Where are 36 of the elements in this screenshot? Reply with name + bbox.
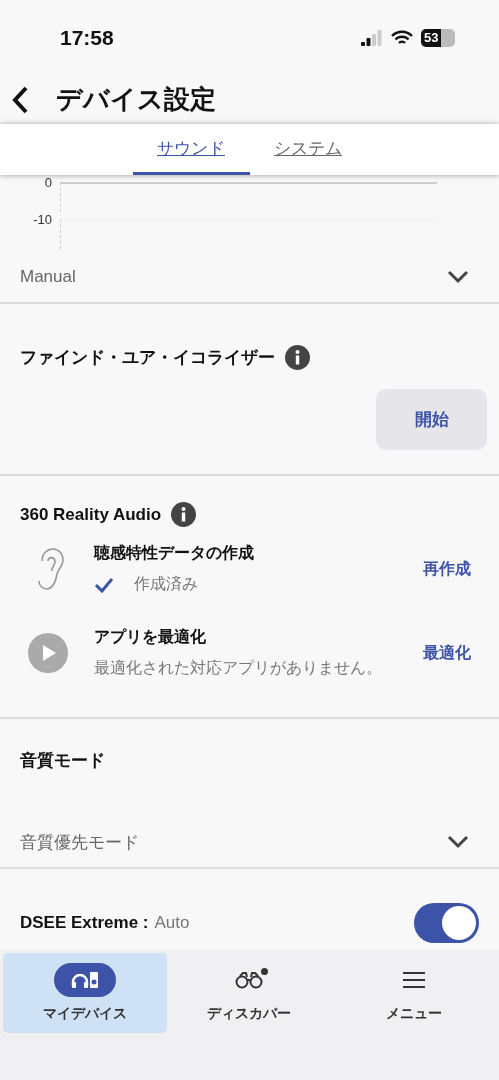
chevron-down-icon (447, 835, 469, 849)
action-link[interactable]: 再作成 (423, 558, 471, 580)
info-icon[interactable] (285, 345, 310, 370)
binoculars-icon (235, 971, 264, 989)
setting-label: DSEE Extreme : (20, 913, 149, 932)
chevron-down-icon (447, 270, 469, 284)
headphones-speaker-icon (71, 970, 100, 990)
action-link[interactable]: 最適化 (423, 642, 471, 664)
section-title: 音質モード (20, 750, 105, 772)
back-icon[interactable] (10, 84, 30, 115)
signal-icon (361, 29, 383, 46)
section-title: ファインド・ユア・イコライザー (20, 347, 275, 369)
start-button[interactable]: 開始 (376, 389, 487, 450)
nav-tab[interactable]: ディスカバー (167, 953, 332, 1033)
toggle-switch[interactable] (414, 903, 479, 943)
page-title: デバイス設定 (56, 83, 216, 116)
item-title: アプリを最適化 (94, 627, 207, 647)
mode-dropdown[interactable]: 音質優先モード (20, 817, 479, 867)
play-icon (28, 633, 68, 673)
nav-tab[interactable]: メニュー (331, 953, 496, 1033)
item-title: 聴感特性データの作成 (94, 543, 255, 563)
tab[interactable]: システム (249, 124, 367, 175)
battery-indicator: 53 (421, 28, 455, 47)
status-time: 17:58 (60, 25, 114, 50)
preset-dropdown[interactable]: Manual (20, 252, 479, 302)
section-title: 360 Reality Audio (20, 504, 162, 525)
axis-tick-label: 0 (43, 175, 53, 190)
axis-tick-label: -10 (32, 212, 53, 227)
nav-tab[interactable]: マイデバイス (3, 953, 168, 1033)
wifi-icon (391, 29, 413, 46)
setting-value: Auto (154, 913, 190, 932)
ear-icon (36, 547, 64, 591)
item-status: 作成済み (134, 574, 198, 594)
menu-icon (401, 971, 426, 989)
info-icon[interactable] (171, 502, 197, 527)
item-status: 最適化された対応アプリがありません。 (94, 658, 382, 678)
